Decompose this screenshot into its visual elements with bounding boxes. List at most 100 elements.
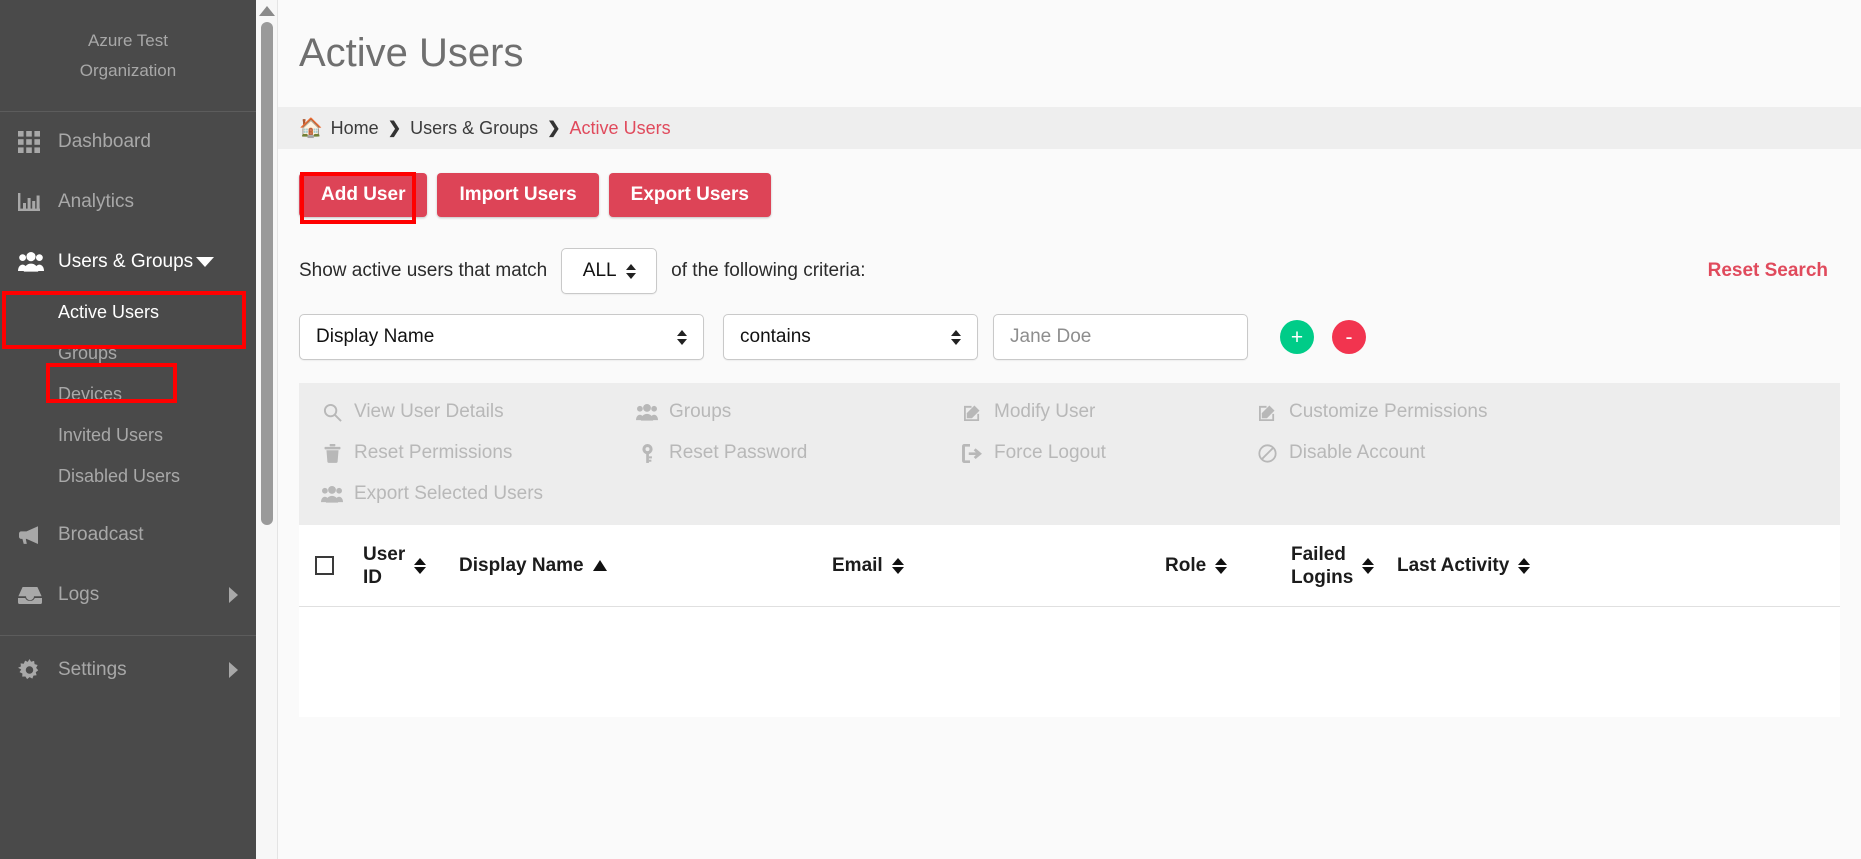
- sidebar-subitem-label: Invited Users: [58, 425, 164, 445]
- criteria-field-value: Display Name: [316, 326, 435, 347]
- bar-chart-icon: [18, 191, 50, 213]
- breadcrumb-users-groups[interactable]: Users & Groups: [410, 118, 538, 139]
- sort-both-icon[interactable]: [1215, 557, 1228, 574]
- bulk-actions-panel: View User Details Groups Modify User Cus…: [299, 383, 1840, 525]
- add-criterion-button[interactable]: +: [1280, 320, 1314, 354]
- users-icon: [636, 403, 658, 421]
- action-button-row: Add User Import Users Export Users: [299, 173, 1840, 217]
- chevron-right-icon[interactable]: [229, 587, 238, 603]
- select-all-checkbox[interactable]: [315, 556, 334, 575]
- sidebar-subitem-label: Active Users: [58, 302, 160, 322]
- sidebar-subitem-groups[interactable]: Groups: [0, 333, 256, 374]
- view-user-details-action[interactable]: View User Details: [321, 401, 636, 423]
- sidebar-item-dashboard[interactable]: Dashboard: [0, 112, 256, 172]
- groups-action[interactable]: Groups: [636, 401, 961, 423]
- chevron-down-icon[interactable]: [196, 257, 214, 267]
- sort-ascending-icon[interactable]: [592, 560, 607, 571]
- sidebar-subitem-active-users[interactable]: Active Users: [0, 292, 256, 333]
- chevron-right-icon[interactable]: [229, 662, 238, 678]
- sidebar-item-analytics[interactable]: Analytics: [0, 172, 256, 232]
- breadcrumb-home[interactable]: Home: [331, 118, 379, 139]
- match-mode-value: ALL: [582, 260, 617, 281]
- column-header-user-id[interactable]: User ID: [363, 543, 459, 589]
- edit-icon: [961, 403, 983, 422]
- force-logout-action[interactable]: Force Logout: [961, 442, 1256, 464]
- trash-icon: [321, 443, 343, 463]
- action-label: Modify User: [994, 401, 1096, 422]
- column-header-failed-logins[interactable]: Failed Logins: [1291, 543, 1397, 589]
- users-table: User ID Display Name Email Role Failed L…: [299, 525, 1840, 717]
- action-label: Reset Password: [669, 442, 808, 463]
- select-all-checkbox-cell: [315, 556, 363, 575]
- filter-suffix-label: of the following criteria:: [671, 260, 866, 281]
- column-label: User ID: [363, 543, 406, 588]
- sidebar-subitem-label: Devices: [58, 384, 123, 404]
- column-header-role[interactable]: Role: [1165, 555, 1291, 577]
- customize-permissions-action[interactable]: Customize Permissions: [1256, 401, 1818, 423]
- sort-both-icon[interactable]: [1518, 557, 1531, 574]
- criteria-row: Display Name contains + -: [299, 314, 1840, 360]
- match-mode-select[interactable]: ALL: [561, 248, 658, 294]
- organization-name-line2: Organization: [79, 60, 177, 80]
- sort-both-icon[interactable]: [414, 557, 427, 574]
- sidebar-subitem-devices[interactable]: Devices: [0, 374, 256, 415]
- reset-permissions-action[interactable]: Reset Permissions: [321, 442, 636, 464]
- page-scrollbar[interactable]: [256, 0, 278, 859]
- grid-icon: [18, 131, 50, 153]
- breadcrumb-separator: ❯: [387, 120, 402, 137]
- reset-password-action[interactable]: Reset Password: [636, 442, 961, 464]
- chevron-updown-icon: [951, 329, 961, 345]
- main-content: Active Users 🏠 Home ❯ Users & Groups ❯ A…: [278, 0, 1861, 859]
- sidebar-subitem-label: Disabled Users: [58, 466, 181, 486]
- organization-name-line1: Azure Test: [87, 30, 168, 50]
- remove-criterion-button[interactable]: -: [1332, 320, 1366, 354]
- sidebar-item-broadcast[interactable]: Broadcast: [0, 505, 256, 565]
- sidebar-item-users-groups[interactable]: Users & Groups: [0, 232, 256, 292]
- page-header: Active Users: [278, 0, 1861, 107]
- sidebar-divider: [0, 635, 256, 636]
- table-body: [299, 607, 1840, 717]
- sort-both-icon[interactable]: [891, 557, 904, 574]
- column-label: Failed Logins: [1291, 543, 1354, 588]
- column-label: Role: [1165, 554, 1207, 576]
- reset-search-link[interactable]: Reset Search: [1708, 260, 1828, 282]
- scroll-up-arrow-icon[interactable]: [258, 6, 275, 16]
- breadcrumb-current: Active Users: [569, 117, 671, 138]
- criteria-value-input[interactable]: [993, 314, 1248, 360]
- sidebar-subitem-invited-users[interactable]: Invited Users: [0, 415, 256, 456]
- action-label: Customize Permissions: [1289, 401, 1488, 422]
- ban-icon: [1256, 443, 1278, 463]
- column-header-email[interactable]: Email: [832, 555, 1165, 577]
- export-users-button[interactable]: Export Users: [608, 173, 771, 217]
- bulk-actions-grid: View User Details Groups Modify User Cus…: [321, 401, 1818, 505]
- chevron-updown-icon: [625, 263, 636, 279]
- sidebar-item-label: Users & Groups: [58, 251, 194, 272]
- sort-both-icon[interactable]: [1362, 557, 1375, 574]
- scrollbar-thumb[interactable]: [261, 22, 273, 525]
- action-label: Groups: [669, 401, 732, 422]
- key-icon: [636, 443, 658, 463]
- sidebar-item-settings[interactable]: Settings: [0, 640, 256, 700]
- users-icon: [18, 252, 50, 272]
- criteria-field-select[interactable]: Display Name: [299, 314, 704, 360]
- megaphone-icon: [18, 525, 50, 545]
- export-selected-users-action[interactable]: Export Selected Users: [321, 483, 636, 505]
- gear-icon: [18, 658, 50, 682]
- sidebar-item-label: Dashboard: [58, 131, 151, 152]
- add-user-button[interactable]: Add User: [299, 173, 428, 217]
- disable-account-action[interactable]: Disable Account: [1256, 442, 1818, 464]
- organization-header: Azure Test Organization: [0, 0, 256, 112]
- action-label: Reset Permissions: [354, 442, 513, 463]
- sidebar-item-logs[interactable]: Logs: [0, 565, 256, 625]
- modify-user-action[interactable]: Modify User: [961, 401, 1256, 423]
- breadcrumb-separator: ❯: [547, 120, 561, 137]
- import-users-button[interactable]: Import Users: [437, 173, 599, 217]
- filter-prefix-label: Show active users that match: [299, 260, 548, 281]
- column-header-display-name[interactable]: Display Name: [459, 555, 832, 577]
- criteria-operator-select[interactable]: contains: [723, 314, 978, 360]
- sidebar-subitem-disabled-users[interactable]: Disabled Users: [0, 456, 256, 497]
- action-label: Force Logout: [994, 442, 1106, 463]
- column-label: Display Name: [459, 554, 584, 576]
- column-header-last-activity[interactable]: Last Activity: [1397, 555, 1557, 577]
- criteria-operator-value: contains: [740, 326, 811, 347]
